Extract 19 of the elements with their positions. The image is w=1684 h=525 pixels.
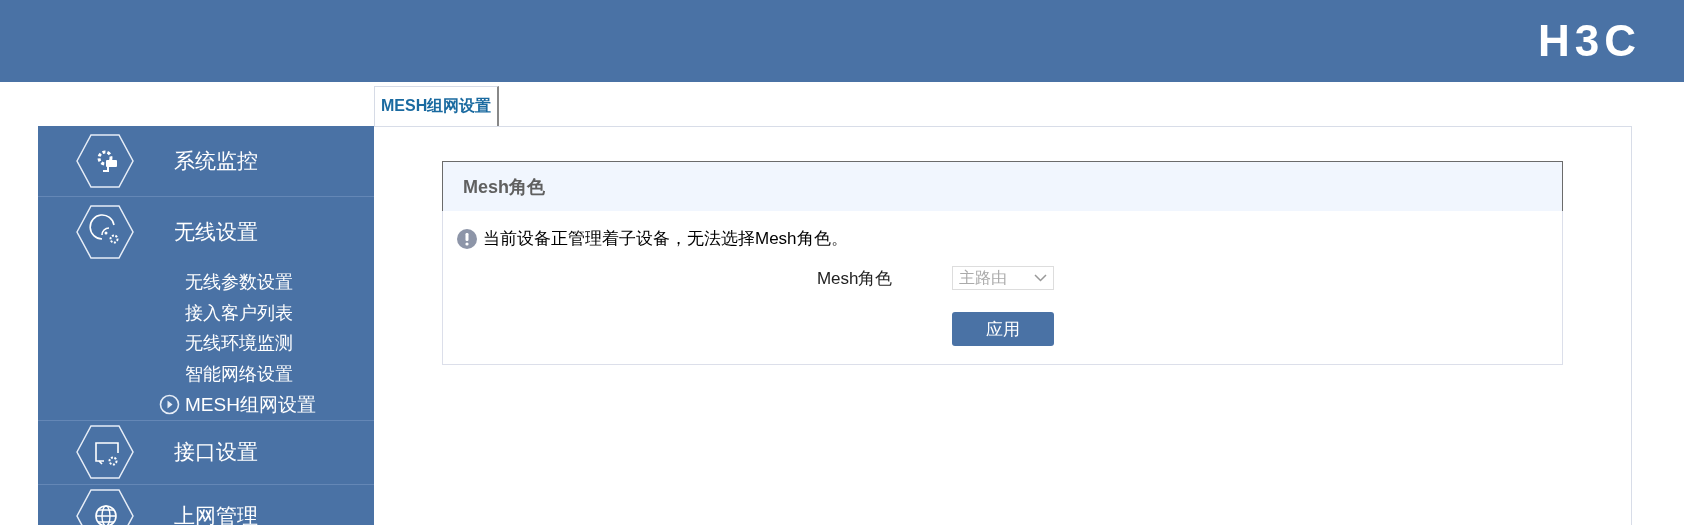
sidebar-item[interactable]: 无线设置 xyxy=(174,218,258,246)
page-tab[interactable]: MESH组网设置 xyxy=(374,86,500,126)
brand-logo: H3C xyxy=(1537,19,1641,63)
sidebar-item[interactable]: 接口设置 xyxy=(174,438,258,466)
warning-icon xyxy=(457,228,477,249)
section-header: Mesh角色 xyxy=(442,161,1563,211)
submenu-item[interactable]: MESH组网设置 xyxy=(185,394,316,414)
submenu-item[interactable]: 无线参数设置 xyxy=(185,273,293,292)
wireless-icon xyxy=(76,205,134,259)
chevron-down-icon xyxy=(1033,274,1047,282)
sidebar-item[interactable]: 系统监控 xyxy=(174,147,258,175)
submenu-item[interactable]: 接入客户列表 xyxy=(185,303,293,322)
field-label: Mesh角色 xyxy=(816,267,893,290)
sidebar-item[interactable]: 上网管理 xyxy=(174,502,258,525)
interface-icon xyxy=(76,425,134,479)
apply-button[interactable]: 应用 xyxy=(951,312,1054,346)
submenu-item[interactable]: 智能网络设置 xyxy=(185,364,293,383)
submenu-item[interactable]: 无线环境监测 xyxy=(185,334,293,353)
notice-text: 当前设备正管理着子设备，无法选择Mesh角色。 xyxy=(483,228,848,250)
